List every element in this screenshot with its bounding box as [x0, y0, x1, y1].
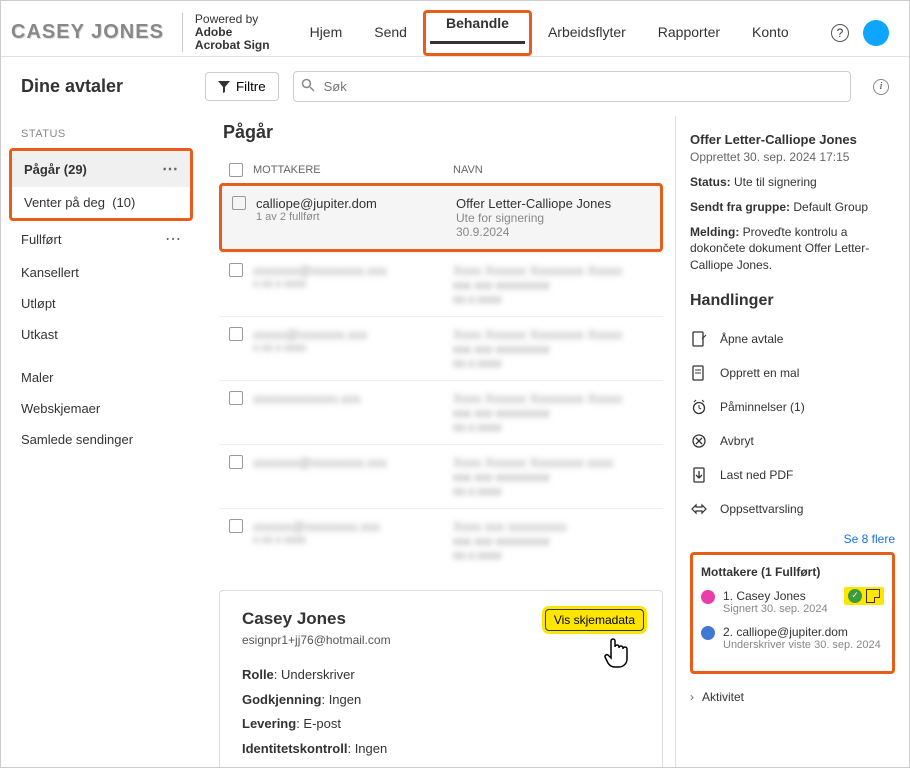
- sidebar-highlight: Pågår (29) ⋯ Venter på deg (10): [9, 148, 193, 221]
- layout-alert-icon: [690, 500, 708, 518]
- activity-toggle[interactable]: › Aktivitet: [690, 690, 895, 704]
- cancel-icon: [690, 432, 708, 450]
- sidebar-item-utkast[interactable]: Utkast: [1, 319, 201, 350]
- row-checkbox[interactable]: [232, 196, 246, 210]
- action-cancel[interactable]: Avbryt: [690, 424, 895, 458]
- table-row[interactable]: xxxxxxxxxxxxx.xxx Xxxx Xxxxxx Xxxxxxxx X…: [219, 380, 663, 444]
- recipient-dot-icon: [701, 590, 715, 604]
- row-checkbox[interactable]: [229, 519, 243, 533]
- row-checkbox[interactable]: [229, 455, 243, 469]
- recipients-box: Mottakere (1 Fullført) 1. Casey Jones Si…: [690, 552, 895, 674]
- nav-links: Hjem Send Behandle Arbeidsflyter Rapport…: [294, 10, 805, 56]
- sidebar-item-maler[interactable]: Maler: [1, 362, 201, 393]
- table-row[interactable]: calliope@jupiter.dom 1 av 2 fullført Off…: [219, 183, 663, 252]
- filter-button[interactable]: Filtre: [205, 72, 279, 101]
- more-icon[interactable]: ⋯: [165, 229, 181, 249]
- recipient-email: calliope@jupiter.dom: [256, 196, 456, 211]
- nav-behandle[interactable]: Behandle: [430, 5, 525, 44]
- nav-highlight-behandle: Behandle: [423, 10, 532, 56]
- download-icon: [690, 466, 708, 484]
- row-checkbox[interactable]: [229, 391, 243, 405]
- page-title: Dine avtaler: [21, 76, 191, 97]
- recipient-row[interactable]: 2. calliope@jupiter.dom Underskriver vis…: [701, 625, 884, 651]
- right-panel: Offer Letter-Calliope Jones Opprettet 30…: [675, 116, 909, 767]
- search-icon: [301, 78, 315, 92]
- actions-heading: Handlinger: [690, 292, 895, 310]
- action-template[interactable]: Opprett en mal: [690, 356, 895, 390]
- sidebar-item-webskjema[interactable]: Webskjemaer: [1, 393, 201, 424]
- recipient-row[interactable]: 1. Casey Jones Signert 30. sep. 2024 ✓: [701, 589, 884, 615]
- top-nav: CASEY JONES Powered by Adobe Acrobat Sig…: [1, 1, 909, 57]
- info-icon[interactable]: i: [873, 79, 889, 95]
- agreement-status: Ute for signering: [456, 211, 660, 225]
- avatar[interactable]: [863, 20, 889, 46]
- row-checkbox[interactable]: [229, 327, 243, 341]
- help-icon[interactable]: ?: [831, 24, 849, 42]
- main-content: Pågår MOTTAKERE NAVN calliope@jupiter.do…: [201, 116, 675, 767]
- nav-rapporter[interactable]: Rapporter: [642, 10, 736, 56]
- recipients-heading: Mottakere (1 Fullført): [701, 565, 884, 579]
- powered-by: Powered by Adobe Acrobat Sign: [182, 13, 270, 53]
- nav-send[interactable]: Send: [358, 10, 423, 56]
- recipient-sub: 1 av 2 fullført: [256, 211, 456, 223]
- brand-logo: CASEY JONES: [11, 21, 164, 44]
- nav-konto[interactable]: Konto: [736, 10, 805, 56]
- note-icon: [866, 589, 880, 603]
- vis-skjemadata-button[interactable]: Vis skjemadata: [545, 609, 644, 631]
- list-header: MOTTAKERE NAVN: [219, 157, 663, 183]
- clock-icon: [690, 398, 708, 416]
- sidebar-item-pagar[interactable]: Pågår (29) ⋯: [12, 151, 190, 187]
- more-icon[interactable]: ⋯: [162, 159, 178, 179]
- recipient-dot-icon: [701, 626, 715, 640]
- sidebar-item-samlede[interactable]: Samlede sendinger: [1, 424, 201, 455]
- open-icon: [690, 330, 708, 348]
- row-checkbox[interactable]: [229, 263, 243, 277]
- table-row[interactable]: xxxxxx@xxxxxxxx.xxxx xx x xxxx Xxxx xxx …: [219, 508, 663, 572]
- select-all-checkbox[interactable]: [229, 163, 243, 177]
- see-more-link[interactable]: Se 8 flere: [690, 526, 895, 552]
- table-row[interactable]: xxxxxxx@xxxxxxxx.xxxx xx x xxxx Xxxx Xxx…: [219, 252, 663, 316]
- template-icon: [690, 364, 708, 382]
- agreement-date: 30.9.2024: [456, 225, 660, 239]
- check-icon: ✓: [848, 589, 862, 603]
- agreement-name: Offer Letter-Calliope Jones: [456, 196, 660, 211]
- toolbar: Dine avtaler Filtre i: [1, 57, 909, 116]
- detail-card: Casey Jones esignpr1+jj76@hotmail.com Vi…: [219, 590, 663, 767]
- agreement-created: Opprettet 30. sep. 2024 17:15: [690, 150, 895, 164]
- action-reminders[interactable]: Påminnelser (1): [690, 390, 895, 424]
- chevron-right-icon: ›: [690, 690, 694, 704]
- sidebar-item-utlopt[interactable]: Utløpt: [1, 288, 201, 319]
- filter-icon: [218, 81, 230, 93]
- action-layout[interactable]: Oppsettvarsling: [690, 492, 895, 526]
- sidebar-item-venter[interactable]: Venter på deg (10): [12, 187, 190, 218]
- action-download[interactable]: Last ned PDF: [690, 458, 895, 492]
- search-input[interactable]: [293, 71, 851, 102]
- agreement-title: Offer Letter-Calliope Jones: [690, 132, 895, 147]
- sidebar: STATUS Pågår (29) ⋯ Venter på deg (10) F…: [1, 116, 201, 767]
- table-row[interactable]: xxxxxxx@xxxxxxxx.xxx Xxxx Xxxxxx Xxxxxxx…: [219, 444, 663, 508]
- sidebar-item-kansellert[interactable]: Kansellert: [1, 257, 201, 288]
- status-icons: ✓: [844, 587, 884, 605]
- detail-email: esignpr1+jj76@hotmail.com: [242, 633, 640, 647]
- col-navn[interactable]: NAVN: [453, 164, 663, 176]
- sidebar-status-label: STATUS: [1, 120, 201, 148]
- table-row[interactable]: xxxxx@xxxxxxx.xxxx xx x xxxx Xxxx Xxxxxx…: [219, 316, 663, 380]
- action-open[interactable]: Åpne avtale: [690, 322, 895, 356]
- sidebar-item-fullfort[interactable]: Fullført ⋯: [1, 221, 201, 257]
- nav-arbeidsflyter[interactable]: Arbeidsflyter: [532, 10, 642, 56]
- col-mottakere[interactable]: MOTTAKERE: [253, 164, 453, 176]
- main-heading: Pågår: [223, 122, 663, 143]
- nav-hjem[interactable]: Hjem: [294, 10, 359, 56]
